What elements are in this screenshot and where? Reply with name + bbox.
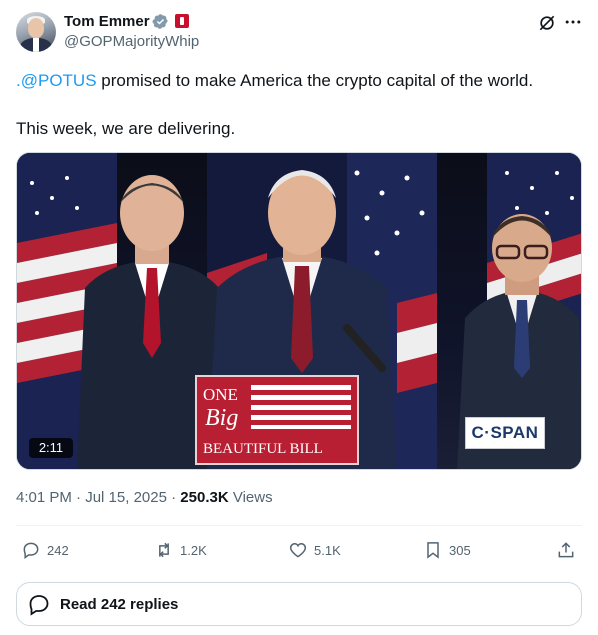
tweet-date[interactable]: Jul 15, 2025 <box>85 489 167 506</box>
verified-badge-icon[interactable] <box>152 13 169 30</box>
bookmark-count: 305 <box>449 542 471 558</box>
share-icon <box>558 542 574 558</box>
tweet-meta: 4:01 PM · Jul 15, 2025 · 250.3K Views <box>16 488 273 508</box>
reply-icon <box>23 542 39 559</box>
author-avatar[interactable] <box>16 12 56 52</box>
tweet-text-line2: This week, we are delivering. <box>16 119 236 138</box>
views-label: Views <box>228 489 273 506</box>
podium-sign-one: ONE <box>203 385 238 404</box>
tweet-time[interactable]: 4:01 PM <box>16 489 72 506</box>
bookmark-icon <box>427 542 439 559</box>
heart-icon <box>289 542 307 558</box>
reply-button[interactable]: 242 <box>21 538 69 562</box>
divider-top <box>16 525 582 526</box>
read-replies-button[interactable]: Read 242 replies <box>16 582 582 626</box>
repost-count: 1.2K <box>180 542 207 558</box>
us-house-flag-icon <box>175 14 189 28</box>
bookmark-button[interactable]: 305 <box>423 538 471 562</box>
reply-count: 242 <box>47 542 69 558</box>
chat-bubble-icon <box>29 595 49 616</box>
podium-sign-beautiful-bill: BEAUTIFUL BILL <box>203 441 323 457</box>
meta-separator: · <box>71 489 86 506</box>
tweet-text-rest: promised to make America the crypto capi… <box>96 71 534 90</box>
author-handle[interactable]: @GOPMajorityWhip <box>64 33 199 51</box>
like-button[interactable]: 5.1K <box>288 538 341 562</box>
author-name[interactable]: Tom Emmer <box>64 12 150 32</box>
meta-separator-2: · <box>166 489 181 506</box>
cspan-logo: C·SPAN <box>465 417 545 449</box>
like-count: 5.1K <box>314 542 341 558</box>
repost-icon <box>159 542 169 558</box>
tweet-text-line1: .@POTUS promised to make America the cry… <box>16 70 533 92</box>
repost-button[interactable]: 1.2K <box>154 538 207 562</box>
more-options-icon[interactable] <box>563 12 583 32</box>
share-button[interactable] <box>556 538 582 562</box>
potus-mention-link[interactable]: .@POTUS <box>16 71 97 90</box>
podium-sign-big: Big <box>205 405 239 431</box>
podium-sign: ONE Big BEAUTIFUL BILL <box>195 375 359 465</box>
grok-icon[interactable] <box>537 13 557 33</box>
video-duration: 2:11 <box>29 438 73 458</box>
read-replies-label: Read 242 replies <box>60 595 179 613</box>
views-count: 250.3K <box>180 489 229 506</box>
